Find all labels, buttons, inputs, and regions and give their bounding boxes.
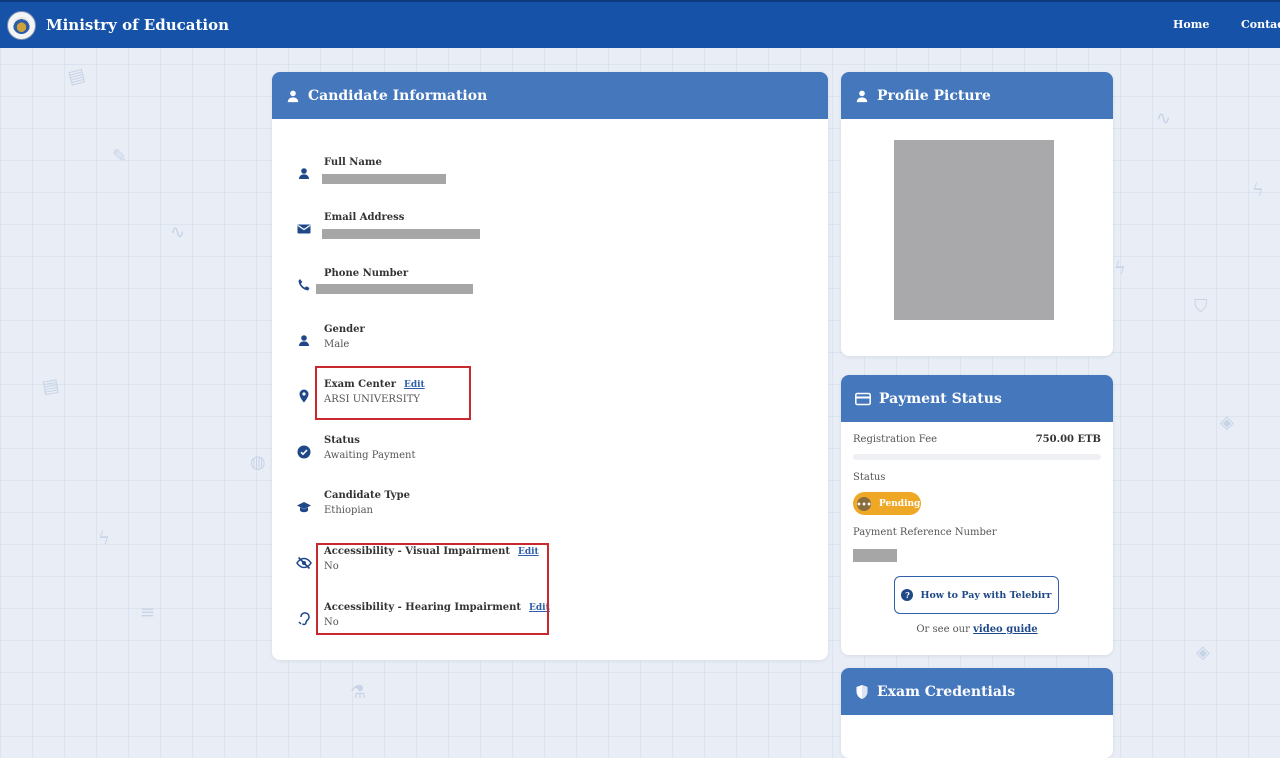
registration-fee-label: Registration Fee xyxy=(853,434,938,445)
payment-status-header: Payment Status xyxy=(841,375,1113,422)
bg-wave-icon: ϟ xyxy=(1114,258,1126,279)
bg-cap-icon: ⛉ xyxy=(1194,296,1208,317)
field-status: Status Awaiting Payment xyxy=(272,435,828,485)
phone-icon xyxy=(298,279,310,291)
bg-pen-icon: ✎ xyxy=(112,146,128,167)
redacted-value xyxy=(322,229,480,239)
payment-status-card: Payment Status Registration Fee 750.00 E… xyxy=(841,375,1113,655)
payment-status-label: Status xyxy=(853,472,886,483)
bg-wave-icon: ϟ xyxy=(1252,180,1264,201)
payment-reference-label: Payment Reference Number xyxy=(853,527,997,538)
field-value: Male xyxy=(324,339,350,350)
bg-wave-icon: ∿ xyxy=(1156,108,1172,129)
more-dots-icon: ••• xyxy=(856,496,872,511)
hearing-icon xyxy=(298,612,310,626)
shield-icon xyxy=(856,684,868,699)
profile-picture-header: Profile Picture xyxy=(841,72,1113,119)
exam-credentials-card: Exam Credentials xyxy=(841,668,1113,758)
field-label: Status xyxy=(324,435,360,446)
guide-prefix: Or see our xyxy=(916,624,970,635)
check-circle-icon xyxy=(297,445,311,459)
redacted-value xyxy=(322,174,446,184)
field-label: Phone Number xyxy=(324,268,409,279)
mail-icon xyxy=(297,224,311,234)
location-pin-icon xyxy=(299,389,309,403)
highlight-box-exam-center xyxy=(315,366,471,420)
video-guide-line: Or see our video guide xyxy=(841,624,1113,635)
profile-picture-title: Profile Picture xyxy=(877,87,991,104)
person-icon xyxy=(299,335,309,346)
field-email: Email Address xyxy=(272,212,828,262)
registration-fee-value: 750.00 ETB xyxy=(1035,434,1101,445)
bg-globe-icon: ◍ xyxy=(250,452,266,473)
bg-grid-icon: ◈ xyxy=(1196,642,1210,663)
top-navbar: Ministry of Education Home Contact xyxy=(0,0,1280,48)
candidate-info-header: Candidate Information xyxy=(272,72,828,119)
bg-flask-icon: ⚗ xyxy=(350,682,367,703)
video-guide-link[interactable]: video guide xyxy=(973,624,1038,635)
field-value: Ethiopian xyxy=(324,505,373,516)
brand-title: Ministry of Education xyxy=(46,16,230,34)
bg-wave-icon: ϟ xyxy=(98,528,110,549)
bg-book-icon: ▤ xyxy=(65,64,88,89)
field-candidate-type: Candidate Type Ethiopian xyxy=(272,490,828,540)
highlight-box-accessibility xyxy=(316,543,549,635)
field-label: Full Name xyxy=(324,157,382,168)
profile-photo xyxy=(894,140,1054,320)
divider-bar xyxy=(853,454,1101,460)
profile-picture-card: Profile Picture xyxy=(841,72,1113,356)
nav-contact-link[interactable]: Contact xyxy=(1241,18,1280,31)
graduation-cap-icon xyxy=(297,502,311,513)
field-value: Awaiting Payment xyxy=(324,450,416,461)
candidate-info-title: Candidate Information xyxy=(308,87,488,104)
person-icon xyxy=(299,168,309,179)
eye-off-icon xyxy=(296,556,312,570)
pending-badge: ••• Pending xyxy=(853,492,921,515)
field-label: Gender xyxy=(324,324,365,335)
bg-lines-icon: ≡ xyxy=(140,602,156,623)
bg-grid-icon: ◈ xyxy=(1220,412,1234,433)
payment-status-title: Payment Status xyxy=(879,390,1002,407)
exam-credentials-header: Exam Credentials xyxy=(841,668,1113,715)
candidate-info-card: Candidate Information Full Name Email Ad… xyxy=(272,72,828,660)
nav-home-link[interactable]: Home xyxy=(1173,18,1209,31)
field-label: Candidate Type xyxy=(324,490,410,501)
redacted-value xyxy=(316,284,473,294)
ministry-logo xyxy=(7,11,36,40)
field-phone: Phone Number xyxy=(272,268,828,318)
how-to-pay-label: How to Pay with Telebirr xyxy=(920,589,1052,601)
redacted-reference xyxy=(853,549,897,562)
person-icon xyxy=(856,90,868,102)
credit-card-icon xyxy=(855,392,871,405)
exam-credentials-title: Exam Credentials xyxy=(877,683,1016,700)
how-to-pay-button[interactable]: ? How to Pay with Telebirr xyxy=(894,576,1059,614)
question-icon: ? xyxy=(901,589,914,601)
field-label: Email Address xyxy=(324,212,405,223)
person-icon xyxy=(287,90,299,102)
field-full-name: Full Name xyxy=(272,157,828,207)
pending-badge-text: Pending xyxy=(879,498,921,509)
bg-wave-icon: ∿ xyxy=(170,222,186,243)
bg-book-icon: ▤ xyxy=(40,374,61,399)
